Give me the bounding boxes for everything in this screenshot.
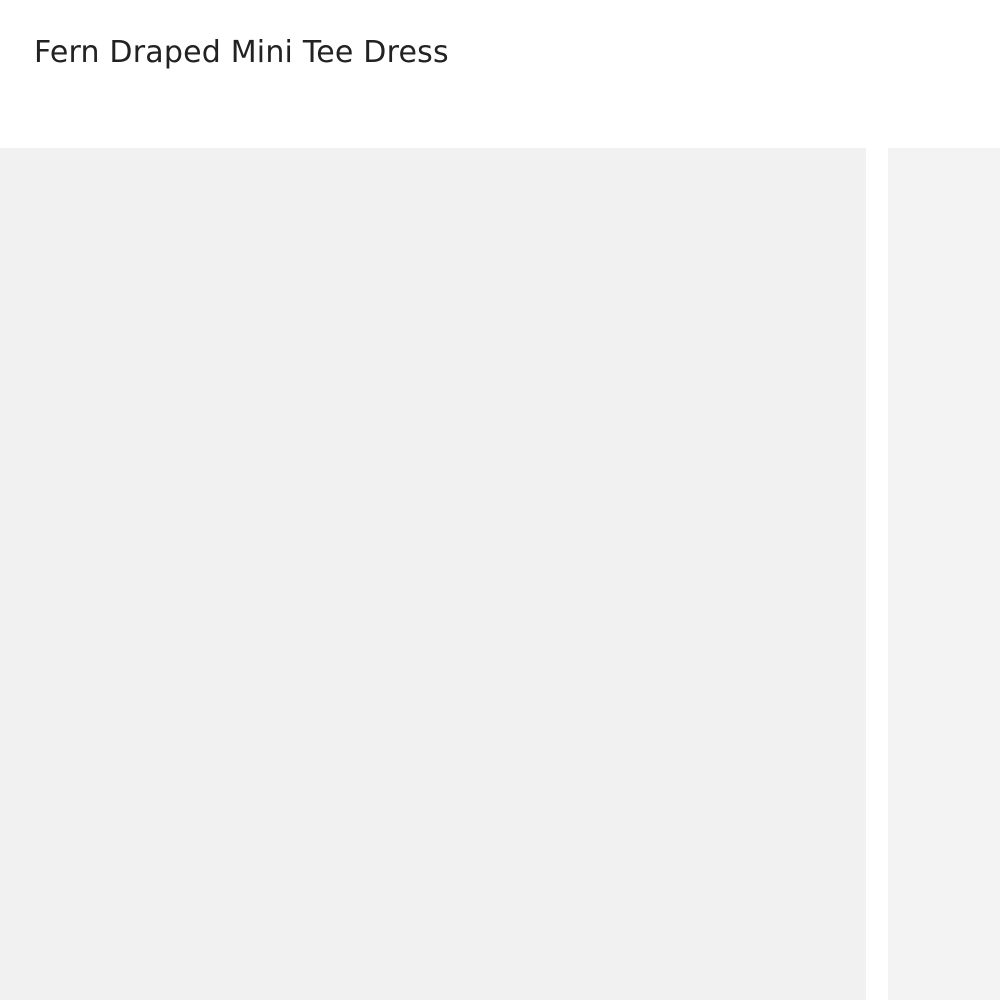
product-image-next[interactable] [888,148,1000,1000]
product-image-gallery [0,148,1000,1000]
product-title: Fern Draped Mini Tee Dress [34,35,449,70]
product-image-main[interactable] [0,148,866,1000]
